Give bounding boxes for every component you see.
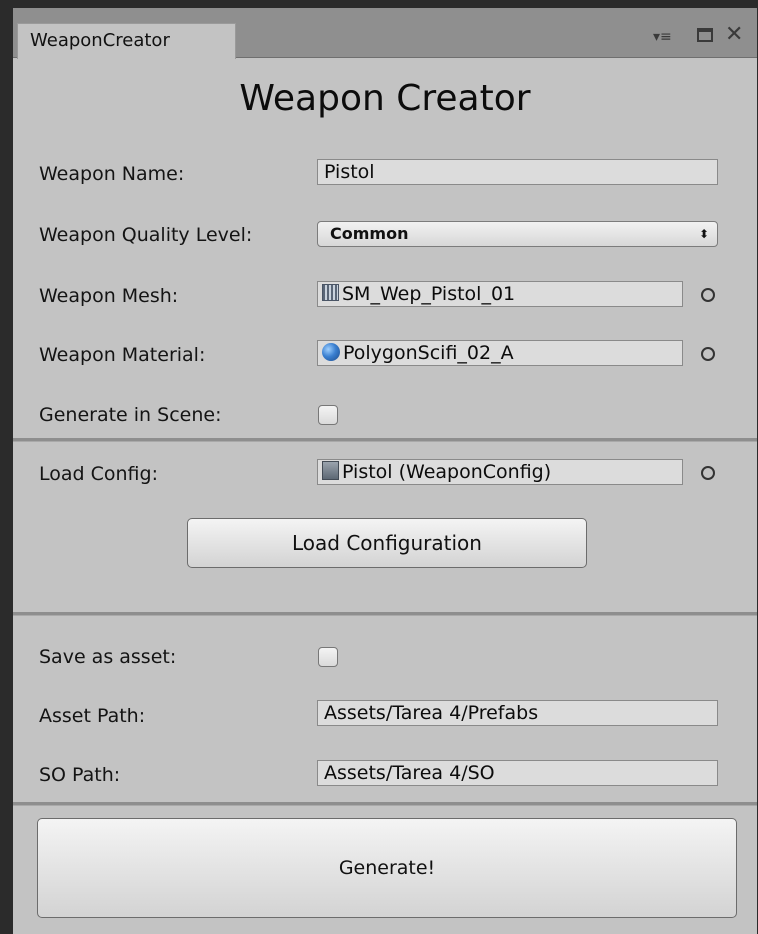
weapon-mesh-label: Weapon Mesh: — [39, 285, 179, 307]
weapon-material-field[interactable]: PolygonScifi_02_A — [317, 340, 683, 366]
tab-weapon-creator[interactable]: WeaponCreator — [17, 23, 236, 59]
weapon-name-label: Weapon Name: — [39, 163, 185, 185]
close-icon[interactable]: ✕ — [725, 24, 743, 46]
menu-icon[interactable]: ▾≡ — [653, 26, 672, 48]
divider — [13, 438, 757, 442]
so-path-field[interactable]: Assets/Tarea 4/SO — [317, 760, 718, 786]
generate-in-scene-label: Generate in Scene: — [39, 404, 222, 426]
asset-path-label: Asset Path: — [39, 705, 146, 727]
asset-path-field[interactable]: Assets/Tarea 4/Prefabs — [317, 700, 718, 726]
so-path-label: SO Path: — [39, 764, 121, 786]
weapon-name-field[interactable]: Pistol — [317, 159, 718, 185]
divider — [13, 802, 757, 806]
weapon-quality-dropdown[interactable]: Common ⬍ — [317, 221, 718, 247]
generate-button[interactable]: Generate! — [37, 818, 737, 918]
dropdown-arrow-icon: ⬍ — [698, 227, 709, 241]
object-picker-icon[interactable] — [701, 466, 715, 480]
maximize-icon[interactable] — [697, 28, 713, 42]
config-icon — [322, 461, 339, 480]
object-picker-icon[interactable] — [701, 347, 715, 361]
weapon-material-label: Weapon Material: — [39, 344, 206, 366]
load-config-label: Load Config: — [39, 463, 158, 485]
weapon-quality-value: Common — [330, 224, 409, 243]
object-picker-icon[interactable] — [701, 288, 715, 302]
generate-in-scene-checkbox[interactable] — [318, 405, 338, 425]
weapon-quality-label: Weapon Quality Level: — [39, 224, 253, 246]
load-config-value: Pistol (WeaponConfig) — [342, 461, 552, 483]
weapon-mesh-value: SM_Wep_Pistol_01 — [342, 283, 516, 305]
weapon-material-value: PolygonScifi_02_A — [343, 342, 514, 364]
save-as-asset-label: Save as asset: — [39, 646, 177, 668]
load-config-field[interactable]: Pistol (WeaponConfig) — [317, 459, 683, 485]
weapon-creator-window: WeaponCreator ▾≡ ✕ Weapon Creator Weapon… — [13, 8, 757, 934]
load-configuration-button[interactable]: Load Configuration — [187, 518, 587, 568]
material-icon — [322, 342, 340, 361]
weapon-mesh-field[interactable]: SM_Wep_Pistol_01 — [317, 281, 683, 307]
page-title: Weapon Creator — [239, 78, 531, 119]
tab-bar: WeaponCreator ▾≡ ✕ — [13, 8, 757, 59]
mesh-icon — [322, 284, 339, 301]
divider — [13, 612, 757, 616]
save-as-asset-checkbox[interactable] — [318, 647, 338, 667]
